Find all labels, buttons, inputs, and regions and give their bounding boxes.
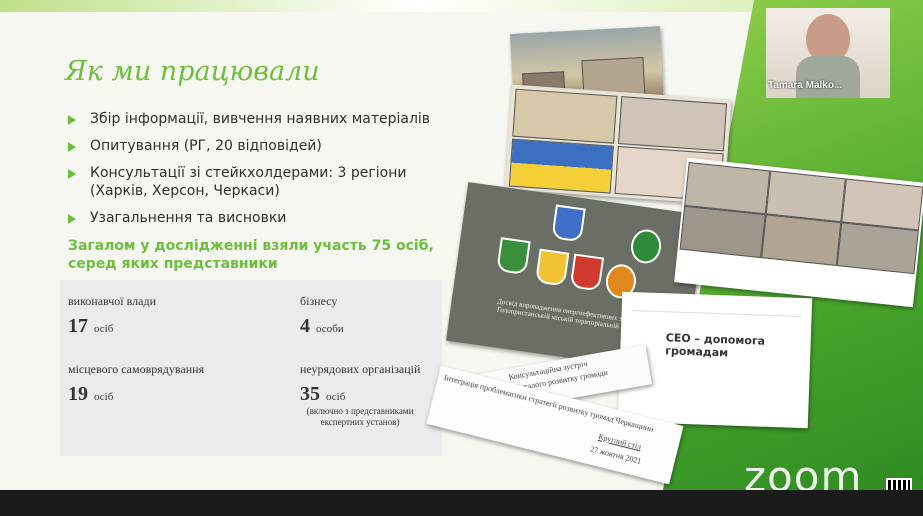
bullet-item: Узагальнення та висновки	[68, 209, 448, 227]
stat-value: 19	[68, 383, 88, 405]
stat-note: (включно з представниками експертних уст…	[306, 406, 414, 427]
stat-ngo: неурядових організацій 35 осіб (включно з…	[300, 362, 420, 428]
participant-name: Tamara Malko...	[768, 80, 843, 91]
zoom-watermark: zoom	[744, 452, 863, 490]
stat-unit: осіб	[94, 391, 114, 403]
coat-of-arms-icon	[551, 204, 586, 243]
bullet-item: Консультації зі стейкхолдерами: 3 регіон…	[68, 164, 448, 200]
video-call-grid-2	[674, 157, 923, 308]
stat-unit: осіб	[326, 391, 346, 403]
stat-label: місцевого самоврядування	[68, 362, 205, 376]
stat-unit: осіб	[94, 323, 114, 335]
coat-of-arms-icon	[628, 227, 664, 266]
video-cell	[765, 170, 846, 223]
stat-executive: виконавчої влади 17 осіб	[68, 294, 156, 338]
presentation-slide: Як ми працювали Збір інформації, вивченн…	[0, 0, 923, 490]
video-cell-flag	[508, 138, 614, 194]
coat-of-arms-icon	[534, 248, 570, 287]
stat-unit: особи	[316, 323, 344, 335]
video-cell	[512, 88, 618, 144]
stat-local-gov: місцевого самоврядування 19 осіб	[68, 362, 204, 406]
participant-video-tile[interactable]: Tamara Malko...	[766, 8, 890, 98]
logo-strip	[631, 300, 802, 317]
video-cell	[836, 222, 919, 275]
qr-code-icon	[886, 478, 912, 490]
bottom-bar	[0, 490, 923, 516]
stat-label: бізнесу	[300, 294, 338, 308]
video-cell	[618, 96, 728, 152]
bullet-item: Опитування (РГ, 20 відповідей)	[68, 137, 448, 155]
stat-label: неурядових організацій	[300, 362, 421, 376]
summary-text: Загалом у дослідженні взяли участь 75 ос…	[68, 238, 434, 272]
stat-value: 35	[300, 383, 320, 405]
stat-label: виконавчої влади	[68, 294, 156, 308]
video-cell	[761, 214, 842, 267]
coat-of-arms-icon	[569, 253, 605, 292]
video-cell	[679, 205, 766, 259]
bullet-list: Збір інформації, вивчення наявних матері…	[68, 110, 448, 236]
stat-business: бізнесу 4 особи	[300, 294, 344, 338]
stats-panel: виконавчої влади 17 осіб бізнесу 4 особи м…	[60, 280, 442, 456]
stat-value: 17	[68, 315, 88, 337]
participant-body	[796, 56, 860, 98]
stat-value: 4	[300, 315, 310, 337]
slide-title: Як ми працювали	[65, 56, 320, 87]
bullet-item: Збір інформації, вивчення наявних матері…	[68, 110, 448, 128]
document-title: CEO – допомога громадам	[665, 331, 766, 360]
coat-of-arms-icon	[496, 237, 531, 276]
